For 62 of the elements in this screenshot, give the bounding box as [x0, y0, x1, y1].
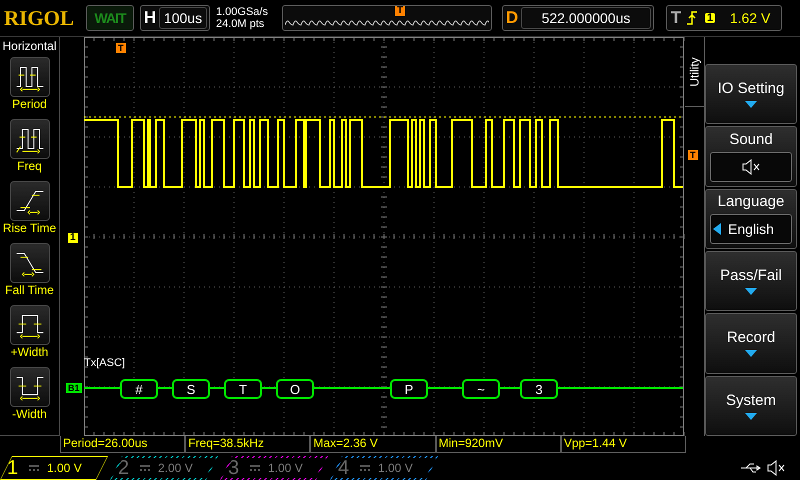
- trigger-source: 1: [705, 13, 716, 23]
- channel-tab[interactable]: 2 2.00 V: [110, 456, 218, 480]
- sample-rate: 1.00GSa/s: [216, 6, 269, 18]
- measurement-reading: Freq=38.5kHz: [185, 436, 310, 453]
- menu-button[interactable]: Record: [705, 313, 797, 374]
- decoded-packet: #: [120, 379, 158, 399]
- trigger-level-marker: T: [688, 150, 698, 160]
- decoded-packet: P: [390, 379, 428, 399]
- channel-tab[interactable]: 3 1.00 V: [220, 456, 328, 480]
- trigger-position-marker: T: [395, 6, 406, 16]
- down-arrow-icon: [745, 350, 757, 358]
- decoded-packet: 3: [520, 379, 558, 399]
- brand-logo: RIGOL: [4, 6, 76, 30]
- menu-button[interactable]: Sound: [705, 126, 797, 187]
- channel-tab[interactable]: 1 1.00 V: [0, 456, 108, 480]
- channel-marker: 1: [68, 233, 78, 243]
- run-status: WAIT: [86, 5, 134, 31]
- dc-coupling-icon: [140, 465, 150, 471]
- menu-title: Horizontal: [2, 39, 57, 53]
- period-measure-icon: [10, 57, 50, 97]
- dc-coupling-icon: [29, 465, 39, 471]
- menu-button[interactable]: Pass/Fail: [705, 250, 797, 312]
- measurement-reading: Vpp=1.44 V: [560, 436, 686, 453]
- measure-item[interactable]: -Width: [10, 367, 50, 429]
- measure-item[interactable]: +Width: [10, 305, 50, 367]
- rising-edge-icon: [685, 10, 699, 26]
- fall-measure-icon: [10, 243, 50, 283]
- menu-button[interactable]: IO Setting: [705, 64, 797, 124]
- menu-button[interactable]: System: [705, 376, 797, 436]
- bus-label: Tx[ASC]: [84, 357, 125, 369]
- speaker-muted-icon: [741, 158, 761, 175]
- bus-marker: B1: [66, 383, 82, 393]
- rise-measure-icon: [10, 181, 50, 221]
- timebase-display[interactable]: H 100us: [140, 5, 210, 31]
- measurement-reading: Min=920mV: [436, 436, 561, 453]
- usb-icon: [740, 461, 762, 475]
- measure-item[interactable]: Period: [10, 57, 50, 119]
- delay-display[interactable]: D 522.000000us: [502, 5, 654, 31]
- memory-depth: 24.0M pts: [216, 18, 266, 30]
- dc-coupling-icon: [360, 465, 370, 471]
- decoded-packet: T: [224, 379, 262, 399]
- freq-measure-icon: [10, 119, 50, 159]
- speaker-muted-icon: [766, 460, 786, 476]
- nwidth-measure-icon: [10, 367, 50, 407]
- trigger-display[interactable]: T 1 1.62 V: [666, 5, 782, 31]
- down-arrow-icon: [745, 412, 757, 420]
- pwidth-measure-icon: [10, 305, 50, 345]
- decoded-packet: O: [276, 379, 314, 399]
- measure-item[interactable]: Rise Time: [2, 181, 56, 243]
- dc-coupling-icon: [250, 465, 260, 471]
- measure-item[interactable]: Fall Time: [5, 243, 54, 305]
- down-arrow-icon: [745, 288, 757, 296]
- decoded-packet: ~: [462, 379, 500, 399]
- down-arrow-icon: [745, 101, 757, 108]
- measurement-reading: Period=26.00us: [60, 436, 186, 453]
- trigger-position-marker: T: [116, 43, 126, 53]
- menu-button[interactable]: Language English: [705, 188, 797, 249]
- channel-tab[interactable]: 4 1.00 V: [330, 456, 438, 480]
- left-arrow-icon: [713, 223, 721, 236]
- measure-item[interactable]: Freq: [10, 119, 50, 181]
- measurement-reading: Max=2.36 V: [310, 436, 436, 453]
- decoded-packet: S: [172, 379, 210, 399]
